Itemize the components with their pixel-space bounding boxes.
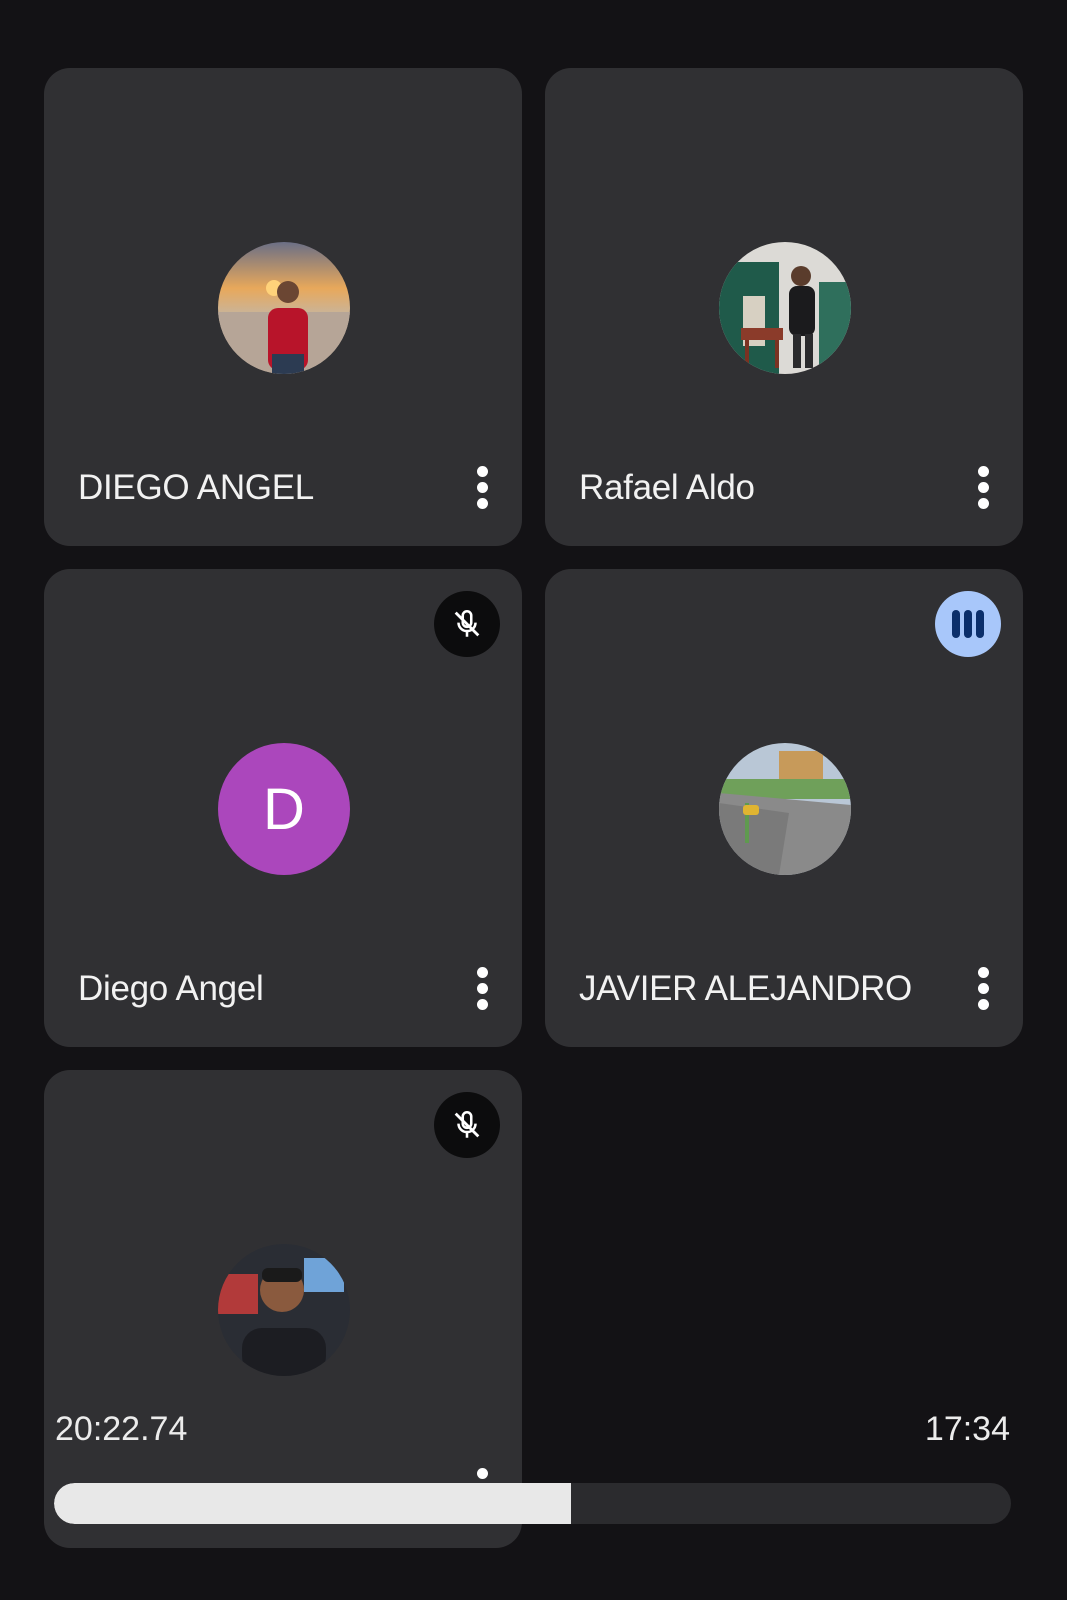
more-options-icon[interactable] xyxy=(971,963,995,1017)
participant-avatar xyxy=(719,242,851,374)
elapsed-time: 20:22.74 xyxy=(55,1410,188,1448)
participant-tile-4[interactable]: JAVIER ALEJANDRO xyxy=(545,569,1023,1047)
playback-progress-fill xyxy=(54,1483,571,1524)
participant-name: JAVIER ALEJANDRO xyxy=(579,969,912,1008)
audio-level-icon xyxy=(935,591,1001,657)
participant-name: DIEGO ANGEL xyxy=(78,468,314,507)
participant-avatar xyxy=(719,743,851,875)
participant-tile-2[interactable]: Rafael Aldo xyxy=(545,68,1023,546)
participant-tile-3[interactable]: D Diego Angel xyxy=(44,569,522,1047)
more-options-icon[interactable] xyxy=(470,462,494,516)
more-options-icon[interactable] xyxy=(470,963,494,1017)
participant-avatar-letter: D xyxy=(218,743,350,875)
participant-avatar xyxy=(218,242,350,374)
participant-name: Rafael Aldo xyxy=(579,468,755,507)
participant-name: Diego Angel xyxy=(78,969,264,1008)
participant-tile-1[interactable]: DIEGO ANGEL xyxy=(44,68,522,546)
participant-avatar xyxy=(218,1244,350,1376)
playback-progress-bar[interactable] xyxy=(54,1483,1011,1524)
participant-tile-5[interactable] xyxy=(44,1070,522,1548)
remaining-time: 17:34 xyxy=(924,1410,1010,1448)
mic-off-icon xyxy=(434,591,500,657)
more-options-icon[interactable] xyxy=(971,462,995,516)
mic-off-icon xyxy=(434,1092,500,1158)
